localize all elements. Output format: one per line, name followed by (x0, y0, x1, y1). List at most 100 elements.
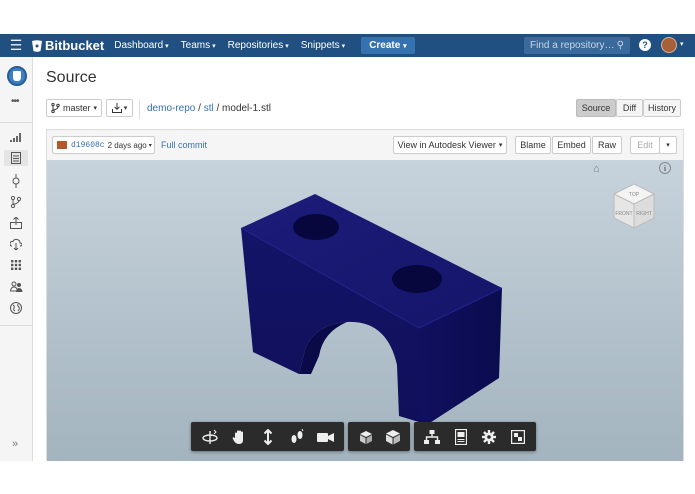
branch-label: master (62, 103, 91, 113)
chevron-down-icon: ▾ (341, 43, 346, 50)
embed-label: Embed (557, 140, 586, 150)
explode-icon[interactable] (352, 422, 379, 451)
extensions-toolbar (414, 422, 536, 451)
viewcube-front-label: FRONT (615, 211, 632, 217)
tab-history-label: History (647, 103, 676, 113)
author-avatar (57, 141, 67, 149)
more-actions-icon[interactable]: ••• (11, 96, 19, 107)
downloads-icon[interactable] (8, 257, 24, 273)
nav-snippets[interactable]: Snippets ▾ (301, 40, 345, 51)
top-nav-bar: ☰ Bitbucket Dashboard ▾ Teams ▾ Repositori… (0, 34, 695, 57)
walk-icon[interactable] (282, 422, 311, 451)
tab-history[interactable]: History (643, 99, 681, 117)
create-label: Create (369, 40, 401, 51)
model-toolbar (348, 422, 410, 451)
nav-teams-label: Teams (180, 40, 211, 51)
viewcube-top-label: TOP (629, 192, 640, 198)
repo-avatar-icon[interactable] (7, 66, 27, 86)
menu-icon[interactable]: ☰ (0, 37, 32, 54)
search-icon: ⚲ (616, 40, 624, 51)
raw-label: Raw (597, 140, 616, 150)
breadcrumb: demo-repo / stl / model-1.stl (147, 103, 271, 114)
fullscreen-icon[interactable] (504, 422, 533, 451)
info-icon[interactable]: i (659, 162, 671, 174)
chevron-down-icon: ▾ (123, 105, 128, 112)
nav-repositories-label: Repositories (227, 40, 284, 51)
bucket-icon (32, 39, 42, 52)
zoom-icon[interactable] (253, 422, 282, 451)
nav-teams[interactable]: Teams ▾ (181, 40, 216, 51)
commit-age: 2 days ago (107, 140, 147, 150)
overview-icon[interactable] (8, 129, 24, 145)
breadcrumb-separator: / (195, 103, 204, 114)
embed-button[interactable]: Embed (552, 136, 591, 154)
tab-diff-label: Diff (622, 103, 637, 113)
blame-button[interactable]: Blame (515, 136, 551, 154)
branch-icon (51, 103, 60, 113)
tab-diff[interactable]: Diff (616, 99, 643, 117)
raw-button[interactable]: Raw (592, 136, 622, 154)
chevron-down-icon: ▾ (666, 142, 670, 149)
user-avatar[interactable] (661, 37, 677, 53)
chevron-down-icon[interactable]: ▾ (680, 40, 684, 48)
chevron-down-icon: ▾ (403, 43, 407, 50)
brand-name: Bitbucket (45, 38, 105, 53)
viewcube-right-label: RIGHT (636, 211, 652, 217)
nav-repositories[interactable]: Repositories ▾ (228, 40, 289, 51)
create-button[interactable]: Create ▾ (361, 37, 415, 54)
branches-icon[interactable] (8, 194, 24, 210)
stl-model[interactable] (47, 160, 684, 461)
navigation-toolbar (191, 422, 344, 451)
properties-icon[interactable] (447, 422, 476, 451)
viewer-select[interactable]: View in Autodesk Viewer ▾ (393, 136, 507, 154)
source-icon[interactable] (4, 150, 28, 166)
more-menu-button[interactable]: ▾ (659, 136, 677, 154)
tab-source-label: Source (581, 103, 611, 113)
sidebar-divider (0, 122, 33, 123)
pan-icon[interactable] (224, 422, 253, 451)
breadcrumb-folder[interactable]: stl (204, 103, 214, 114)
home-icon[interactable]: ⌂ (593, 163, 607, 175)
breadcrumb-separator: / (213, 103, 223, 114)
model-viewer[interactable]: ⌂ i TOP FRONT RIGHT (46, 160, 684, 461)
model-browser-icon[interactable] (379, 422, 406, 451)
full-commit-link[interactable]: Full commit (161, 140, 207, 150)
download-icon (111, 103, 122, 113)
nav-dashboard-label: Dashboard (114, 40, 164, 51)
expand-sidebar-icon[interactable]: » (12, 438, 18, 450)
chevron-down-icon: ▾ (498, 142, 503, 149)
chevron-down-icon: ▾ (165, 43, 169, 50)
viewcube-icon[interactable]: TOP FRONT RIGHT (610, 180, 658, 236)
blame-label: Blame (520, 140, 546, 150)
chevron-down-icon: ▾ (148, 142, 152, 149)
branch-selector[interactable]: master ▾ (46, 99, 102, 117)
commits-icon[interactable] (8, 173, 24, 189)
sidebar-divider (0, 325, 33, 326)
viewer-select-label: View in Autodesk Viewer (397, 140, 496, 150)
orbit-icon[interactable] (195, 422, 224, 451)
edit-label: Edit (637, 140, 653, 150)
breadcrumb-file: model-1.stl (222, 103, 271, 114)
edit-button[interactable]: Edit (630, 136, 660, 154)
download-button[interactable]: ▾ (106, 99, 133, 117)
structure-icon[interactable] (418, 422, 447, 451)
pipelines-icon[interactable] (8, 236, 24, 252)
breadcrumb-repo[interactable]: demo-repo (147, 103, 195, 114)
commit-selector[interactable]: d19608c 2 days ago ▾ (52, 136, 155, 154)
settings-icon[interactable] (475, 422, 504, 451)
repo-search-input[interactable]: Find a repository… ⚲ (524, 37, 630, 54)
pull-requests-icon[interactable] (8, 215, 24, 231)
chevron-down-icon: ▾ (285, 43, 289, 50)
help-icon[interactable]: ? (639, 39, 651, 51)
bitbucket-logo[interactable]: Bitbucket (32, 38, 104, 53)
settings-globe-icon[interactable] (8, 300, 24, 316)
tab-source[interactable]: Source (576, 99, 616, 117)
repo-sidebar: ••• » (0, 57, 33, 461)
camera-icon[interactable] (311, 422, 340, 451)
nav-dashboard[interactable]: Dashboard ▾ (114, 40, 168, 51)
chevron-down-icon: ▾ (93, 105, 98, 112)
search-placeholder: Find a repository… (530, 40, 615, 51)
nav-snippets-label: Snippets (300, 40, 340, 51)
users-icon[interactable] (8, 279, 24, 295)
commit-hash: d19608c (71, 140, 105, 150)
